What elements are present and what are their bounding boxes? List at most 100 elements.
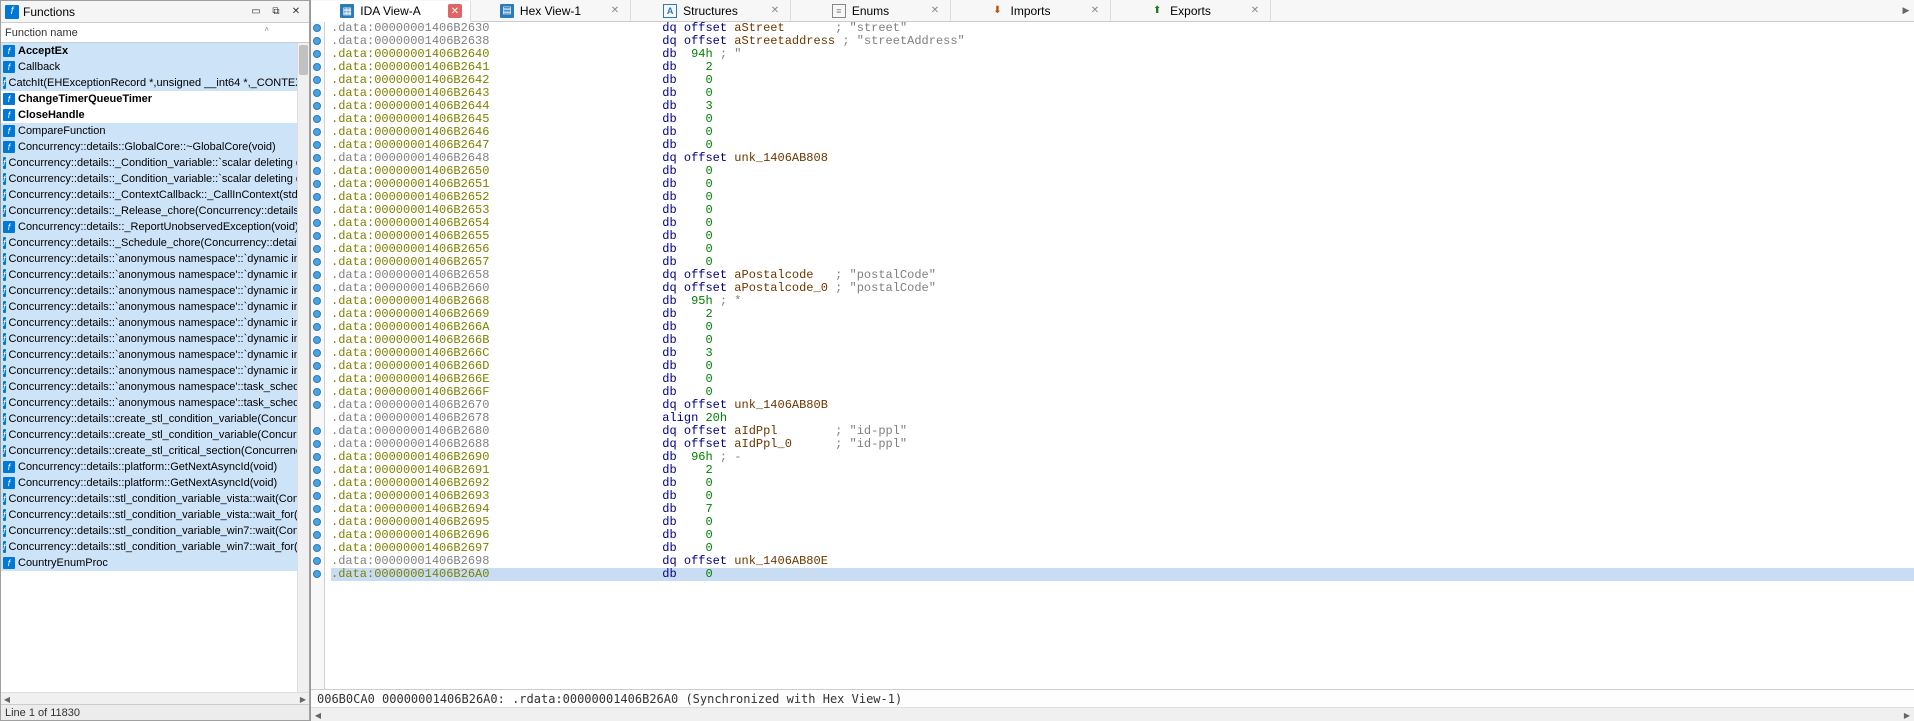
- panel-popout-button[interactable]: ⧉: [267, 5, 285, 19]
- function-row[interactable]: fConcurrency::details::create_stl_condit…: [1, 411, 309, 427]
- breakpoint-dot[interactable]: [313, 375, 321, 383]
- tab-scroll-right-icon[interactable]: ▶: [1898, 0, 1914, 21]
- tab-hex-view-1[interactable]: ▤Hex View-1✕: [471, 0, 631, 21]
- breakpoint-dot[interactable]: [313, 336, 321, 344]
- function-row[interactable]: fConcurrency::details::_ReportUnobserved…: [1, 219, 309, 235]
- function-row[interactable]: fConcurrency::details::stl_condition_var…: [1, 491, 309, 507]
- breakpoint-dot[interactable]: [313, 453, 321, 461]
- tab-imports[interactable]: ⬇Imports✕: [951, 0, 1111, 21]
- function-row[interactable]: fConcurrency::details::create_stl_critic…: [1, 443, 309, 459]
- breakpoint-dot[interactable]: [313, 245, 321, 253]
- breakpoint-dot[interactable]: [313, 63, 321, 71]
- scroll-right-icon[interactable]: ▶: [1900, 709, 1914, 721]
- breakpoint-dot[interactable]: [313, 466, 321, 474]
- breakpoint-dot[interactable]: [313, 50, 321, 58]
- function-row[interactable]: fConcurrency::details::`anonymous namesp…: [1, 331, 309, 347]
- breakpoint-dot[interactable]: [313, 518, 321, 526]
- function-row[interactable]: fConcurrency::details::`anonymous namesp…: [1, 315, 309, 331]
- breakpoint-dot[interactable]: [313, 401, 321, 409]
- function-row[interactable]: fConcurrency::details::stl_condition_var…: [1, 507, 309, 523]
- scrollbar-thumb[interactable]: [299, 45, 308, 75]
- functions-scrollbar-v[interactable]: [297, 43, 309, 692]
- function-row[interactable]: fConcurrency::details::`anonymous namesp…: [1, 363, 309, 379]
- breakpoint-dot[interactable]: [313, 167, 321, 175]
- tab-enums[interactable]: ≡Enums✕: [791, 0, 951, 21]
- function-row[interactable]: fCompareFunction: [1, 123, 309, 139]
- functions-column-header[interactable]: Function name ˄: [1, 23, 309, 43]
- breakpoint-dot[interactable]: [313, 323, 321, 331]
- scroll-right-icon[interactable]: ▶: [297, 693, 309, 705]
- breakpoint-dot[interactable]: [313, 284, 321, 292]
- breakpoint-dot[interactable]: [313, 544, 321, 552]
- breakpoint-dot[interactable]: [313, 258, 321, 266]
- disassembly-scrollbar-h[interactable]: ◀ ▶: [311, 707, 1914, 721]
- function-row[interactable]: fConcurrency::details::GlobalCore::~Glob…: [1, 139, 309, 155]
- breakpoint-dot[interactable]: [313, 531, 321, 539]
- breakpoint-dot[interactable]: [313, 427, 321, 435]
- function-row[interactable]: fCloseHandle: [1, 107, 309, 123]
- tab-close-icon[interactable]: ✕: [448, 4, 462, 18]
- breakpoint-dot[interactable]: [313, 193, 321, 201]
- function-row[interactable]: fChangeTimerQueueTimer: [1, 91, 309, 107]
- panel-close-button[interactable]: ✕: [287, 5, 305, 19]
- breakpoint-dot[interactable]: [313, 154, 321, 162]
- function-row[interactable]: fConcurrency::details::_ContextCallback:…: [1, 187, 309, 203]
- breakpoint-dot[interactable]: [313, 24, 321, 32]
- breakpoint-dot[interactable]: [313, 440, 321, 448]
- tab-structures[interactable]: AStructures✕: [631, 0, 791, 21]
- breakpoint-dot[interactable]: [313, 271, 321, 279]
- function-row[interactable]: fConcurrency::details::platform::GetNext…: [1, 475, 309, 491]
- functions-list[interactable]: fAcceptExfCallbackfCatchIt(EHExceptionRe…: [1, 43, 309, 692]
- function-row[interactable]: fConcurrency::details::_Release_chore(Co…: [1, 203, 309, 219]
- breakpoint-dot[interactable]: [313, 570, 321, 578]
- scroll-left-icon[interactable]: ◀: [1, 693, 13, 705]
- breakpoint-dot[interactable]: [313, 349, 321, 357]
- breakpoint-dot[interactable]: [313, 89, 321, 97]
- scroll-left-icon[interactable]: ◀: [311, 709, 325, 721]
- function-row[interactable]: fConcurrency::details::`anonymous namesp…: [1, 267, 309, 283]
- breakpoint-dot[interactable]: [313, 505, 321, 513]
- breakpoint-dot[interactable]: [313, 206, 321, 214]
- tab-close-icon[interactable]: ✕: [1088, 4, 1102, 18]
- panel-restore-button[interactable]: ▭: [247, 5, 265, 19]
- function-row[interactable]: fConcurrency::details::`anonymous namesp…: [1, 379, 309, 395]
- breakpoint-dot[interactable]: [313, 115, 321, 123]
- tab-exports[interactable]: ⬆Exports✕: [1111, 0, 1271, 21]
- breakpoint-dot[interactable]: [313, 362, 321, 370]
- tab-close-icon[interactable]: ✕: [768, 4, 782, 18]
- function-row[interactable]: fConcurrency::details::`anonymous namesp…: [1, 299, 309, 315]
- breakpoint-dot[interactable]: [313, 297, 321, 305]
- functions-scrollbar-h[interactable]: ◀ ▶: [1, 692, 309, 704]
- function-row[interactable]: fConcurrency::details::platform::GetNext…: [1, 459, 309, 475]
- function-row[interactable]: fCountryEnumProc: [1, 555, 309, 571]
- function-row[interactable]: fConcurrency::details::create_stl_condit…: [1, 427, 309, 443]
- function-row[interactable]: fConcurrency::details::_Condition_variab…: [1, 171, 309, 187]
- function-row[interactable]: fConcurrency::details::`anonymous namesp…: [1, 347, 309, 363]
- breakpoint-gutter[interactable]: [311, 22, 325, 689]
- disassembly-view[interactable]: .data:00000001406B2630 dq offset aStreet…: [311, 22, 1914, 689]
- function-row[interactable]: fAcceptEx: [1, 43, 309, 59]
- breakpoint-dot[interactable]: [313, 141, 321, 149]
- function-row[interactable]: fConcurrency::details::_Schedule_chore(C…: [1, 235, 309, 251]
- function-row[interactable]: fCallback: [1, 59, 309, 75]
- function-row[interactable]: fConcurrency::details::`anonymous namesp…: [1, 283, 309, 299]
- tab-ida-view-a[interactable]: ▦IDA View-A✕: [311, 1, 471, 22]
- breakpoint-dot[interactable]: [313, 388, 321, 396]
- breakpoint-dot[interactable]: [313, 232, 321, 240]
- function-row[interactable]: fConcurrency::details::`anonymous namesp…: [1, 395, 309, 411]
- function-row[interactable]: fConcurrency::details::stl_condition_var…: [1, 539, 309, 555]
- breakpoint-dot[interactable]: [313, 557, 321, 565]
- breakpoint-dot[interactable]: [313, 76, 321, 84]
- function-row[interactable]: fCatchIt(EHExceptionRecord *,unsigned __…: [1, 75, 309, 91]
- function-row[interactable]: fConcurrency::details::stl_condition_var…: [1, 523, 309, 539]
- breakpoint-dot[interactable]: [313, 310, 321, 318]
- function-row[interactable]: fConcurrency::details::_Condition_variab…: [1, 155, 309, 171]
- disasm-line[interactable]: .data:00000001406B26A0 db 0: [331, 568, 1914, 581]
- breakpoint-dot[interactable]: [313, 128, 321, 136]
- breakpoint-dot[interactable]: [313, 219, 321, 227]
- breakpoint-dot[interactable]: [313, 180, 321, 188]
- breakpoint-dot[interactable]: [313, 37, 321, 45]
- tab-close-icon[interactable]: ✕: [608, 4, 622, 18]
- function-row[interactable]: fConcurrency::details::`anonymous namesp…: [1, 251, 309, 267]
- breakpoint-dot[interactable]: [313, 479, 321, 487]
